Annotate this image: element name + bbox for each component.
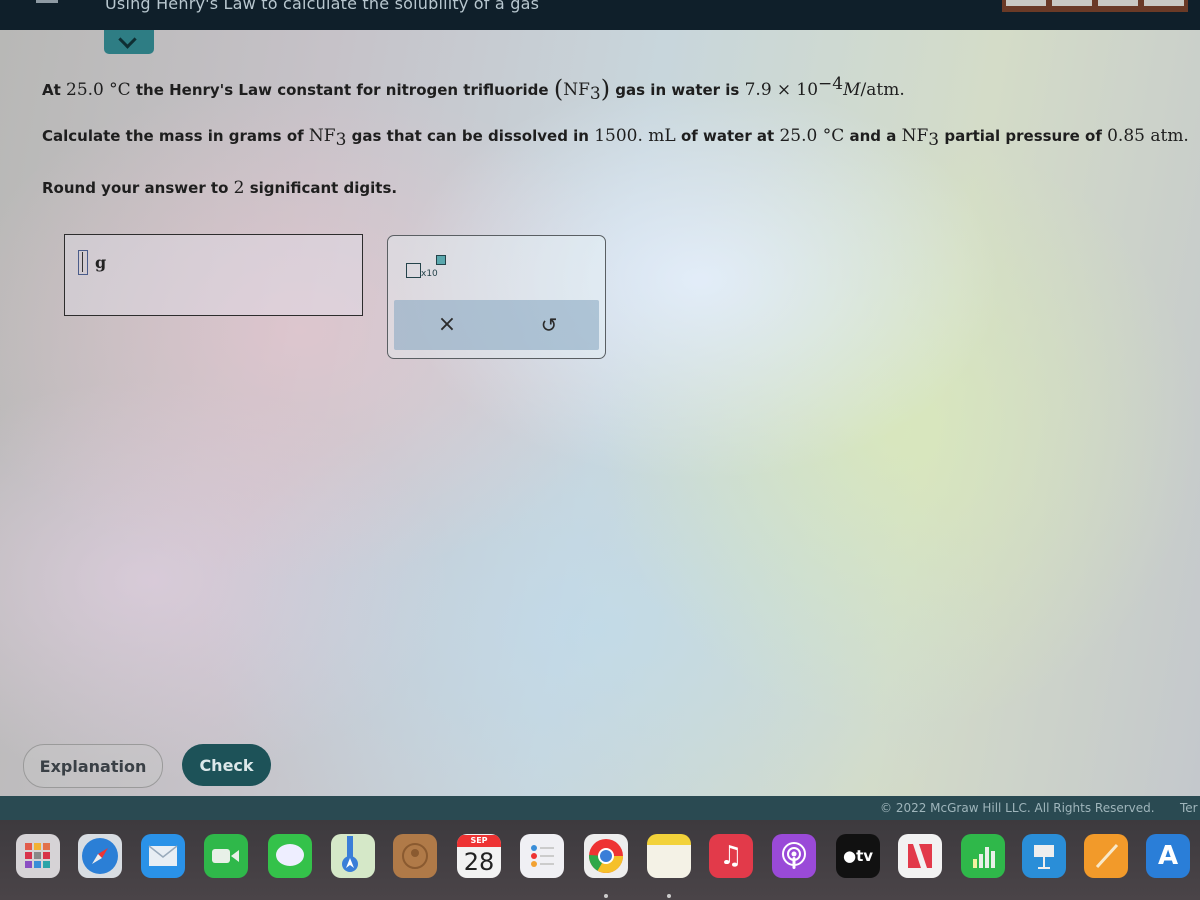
calendar-month: SEP [457, 835, 501, 847]
formula: NF [563, 80, 590, 100]
question-line-2: Calculate the mass in grams of NF3 gas t… [42, 126, 1189, 150]
apple-tv-icon[interactable]: ● tv [836, 834, 880, 878]
unit-per-atm: /atm. [860, 80, 905, 100]
collapse-toggle-button[interactable] [104, 30, 154, 54]
text: significant digits. [249, 179, 398, 197]
text: and a [849, 127, 897, 145]
undo-icon: ↺ [540, 313, 558, 337]
text: of water at [680, 127, 775, 145]
launchpad-icon[interactable] [16, 834, 60, 878]
menu-icon[interactable] [36, 0, 58, 3]
safari-icon[interactable] [78, 834, 122, 878]
news-icon[interactable] [898, 834, 942, 878]
contacts-icon[interactable] [393, 834, 437, 878]
sig-digits-value: 2 [233, 178, 245, 198]
tool-action-row: × ↺ [394, 300, 599, 350]
messages-icon[interactable] [268, 834, 312, 878]
paren-open: ( [553, 75, 564, 103]
temperature-value: 25.0 °C [779, 126, 845, 146]
progress-segments [1002, 0, 1188, 12]
question-line-1: At 25.0 °C the Henry's Law constant for … [42, 74, 905, 104]
chevron-down-icon [118, 30, 137, 49]
app-store-icon[interactable]: A [1146, 834, 1190, 878]
keynote-icon[interactable] [1022, 834, 1066, 878]
calendar-day: 28 [463, 848, 495, 876]
question-area: At 25.0 °C the Henry's Law constant for … [0, 30, 1200, 796]
page-title: Using Henry's Law to calculate the solub… [105, 0, 540, 13]
calendar-icon[interactable]: SEP 28 [457, 834, 501, 878]
notes-icon[interactable] [647, 834, 691, 878]
undo-button[interactable]: ↺ [534, 310, 564, 340]
reminders-icon[interactable] [520, 834, 564, 878]
clear-button[interactable]: × [432, 310, 462, 340]
x10-label: x10 [421, 269, 438, 279]
formula-subscript: 3 [928, 130, 940, 150]
numbers-icon[interactable] [961, 834, 1005, 878]
text: gas that can be dissolved in [351, 127, 589, 145]
henry-constant-exponent: −4 [818, 74, 844, 94]
temperature-unit: °C [109, 80, 131, 100]
podcasts-icon[interactable] [772, 834, 816, 878]
music-icon[interactable]: ♫ [709, 834, 753, 878]
progress-segment [1006, 0, 1046, 6]
henry-constant-base: 10 [796, 80, 819, 100]
text: partial pressure of [944, 127, 1102, 145]
text: gas in water is [615, 81, 740, 99]
scientific-notation-button[interactable]: x10 [406, 255, 456, 281]
answer-input[interactable] [78, 250, 88, 275]
terms-link[interactable]: Ter [1180, 801, 1198, 815]
text: Calculate the mass in grams of [42, 127, 304, 145]
math-tools-palette: x10 × ↺ [387, 235, 606, 359]
question-line-3: Round your answer to 2 significant digit… [42, 178, 397, 198]
footer-bar: © 2022 McGraw Hill LLC. All Rights Reser… [0, 796, 1200, 820]
text: Round your answer to [42, 179, 229, 197]
check-button[interactable]: Check [182, 744, 271, 786]
answer-box: g [64, 234, 363, 316]
maps-icon[interactable] [331, 834, 375, 878]
formula: NF [308, 126, 336, 146]
tv-label: tv [856, 847, 874, 865]
apple-logo-icon: ● [842, 847, 857, 865]
volume-value: 1500. mL [594, 126, 676, 146]
formula-subscript: 3 [335, 130, 347, 150]
close-icon: × [437, 312, 457, 337]
explanation-button[interactable]: Explanation [23, 744, 163, 788]
progress-segment [1098, 0, 1138, 6]
running-indicator [604, 894, 608, 898]
mantissa-box-icon [406, 263, 421, 278]
top-bar: Using Henry's Law to calculate the solub… [0, 0, 1200, 30]
macos-dock: SEP 28 ♫ ● tv A [0, 820, 1200, 900]
temperature-value: 25.0 [66, 80, 104, 100]
answer-unit: g [95, 253, 107, 272]
pages-icon[interactable] [1084, 834, 1128, 878]
mail-icon[interactable] [141, 834, 185, 878]
facetime-icon[interactable] [204, 834, 248, 878]
text: the Henry's Law constant for nitrogen tr… [135, 81, 549, 99]
paren-close: ) [600, 75, 611, 103]
exponent-box-icon [436, 255, 446, 265]
times-sign: × [776, 80, 792, 100]
formula: NF [901, 126, 929, 146]
henry-constant-mantissa: 7.9 [744, 80, 772, 100]
formula-subscript: 3 [589, 84, 601, 104]
unit-molarity: M [843, 80, 861, 100]
copyright-text: © 2022 McGraw Hill LLC. All Rights Reser… [880, 801, 1155, 815]
progress-segment [1052, 0, 1092, 6]
pressure-value: 0.85 atm. [1107, 126, 1189, 146]
text: At [42, 81, 61, 99]
chrome-icon[interactable] [584, 834, 628, 878]
running-indicator [667, 894, 671, 898]
progress-segment [1144, 0, 1184, 6]
